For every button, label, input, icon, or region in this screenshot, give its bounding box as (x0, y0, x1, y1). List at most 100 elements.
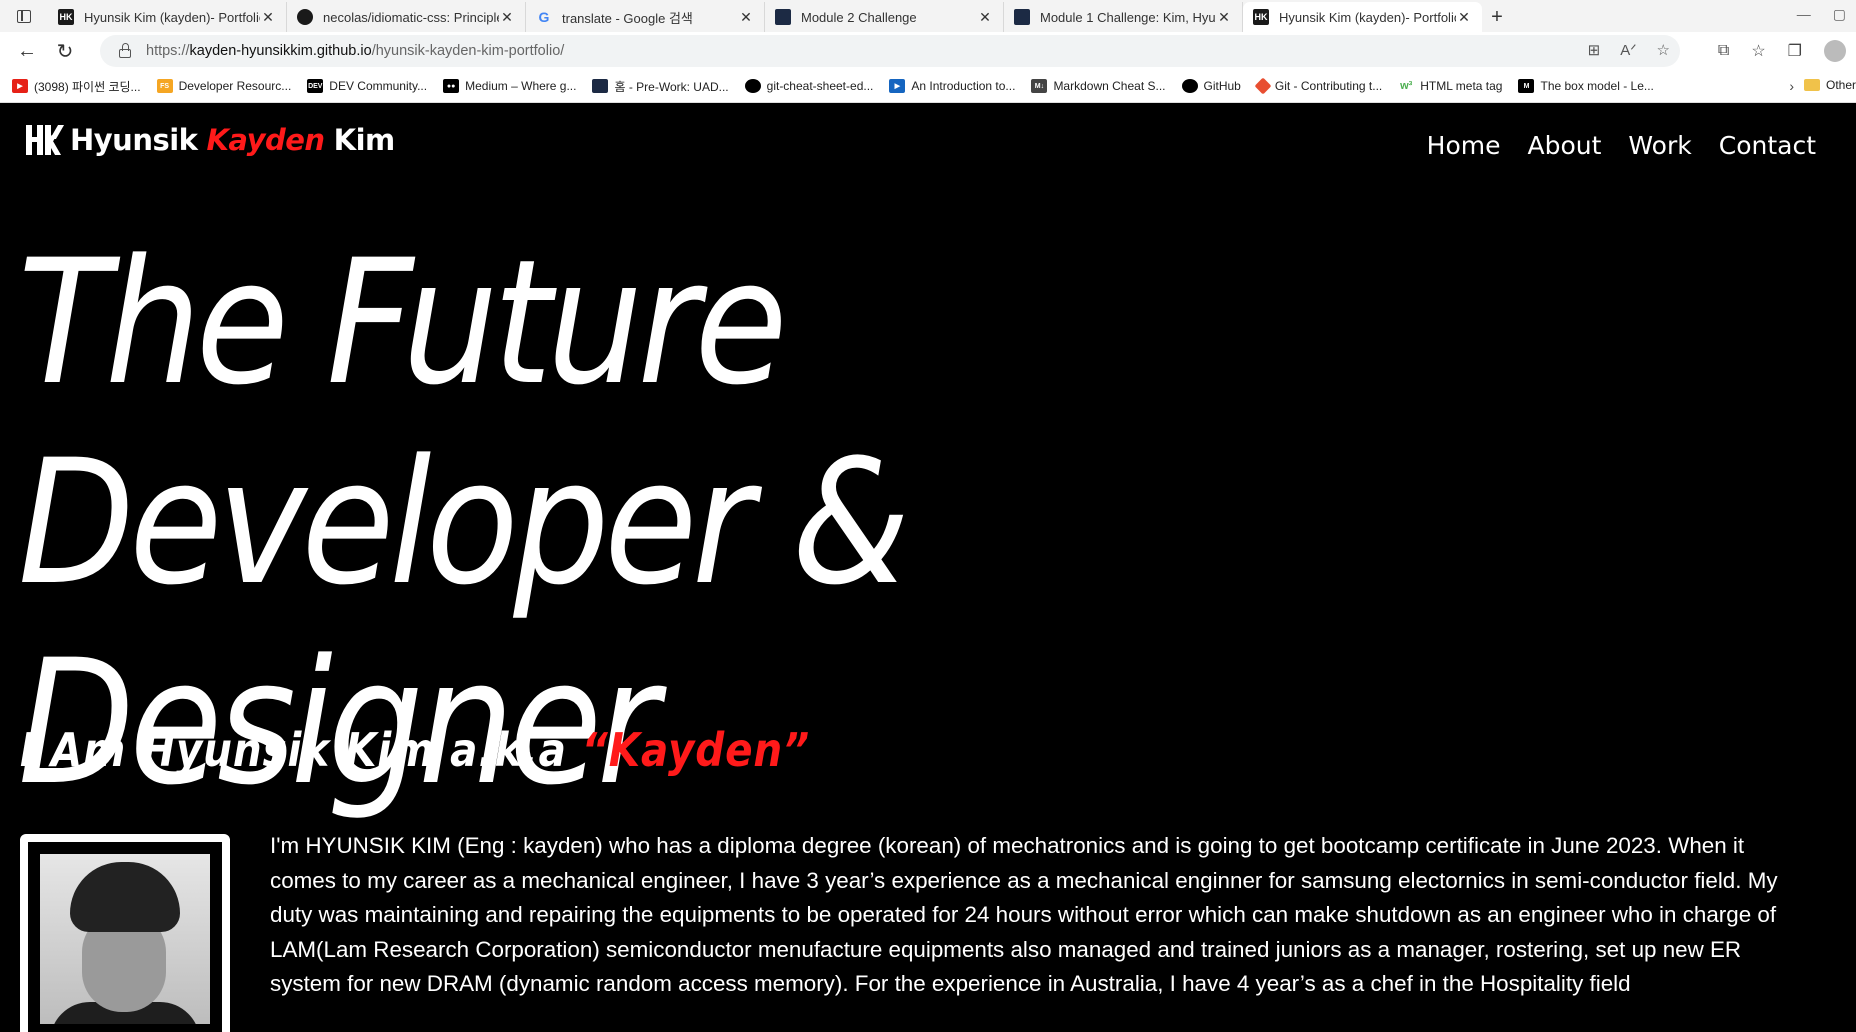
other-bookmarks-label: Other (1825, 78, 1856, 92)
tab-title: Module 2 Challenge (801, 9, 917, 25)
portfolio-favicon-icon: HK (58, 9, 74, 25)
logo-last-name: Kim (333, 123, 396, 157)
bookmark-item[interactable]: 홈 - Pre-Work: UAD... (592, 78, 729, 95)
bookmark-item[interactable]: M↓ Markdown Cheat S... (1031, 79, 1166, 93)
tab-title: translate - Google 검색 (562, 10, 693, 26)
close-icon[interactable]: ✕ (499, 9, 515, 26)
bookmark-item[interactable]: GitHub (1181, 79, 1241, 93)
tab-bar: HK Hyunsik Kim (kayden)- Portfolio ✕ nec… (0, 0, 1856, 32)
markdown-icon: M↓ (1031, 79, 1048, 93)
chevron-right-icon[interactable]: › (1789, 78, 1794, 94)
tab-actions-button[interactable] (0, 0, 48, 32)
bookmark-label: GitHub (1203, 79, 1241, 93)
tab-title: necolas/idiomatic-css: Principles (323, 9, 499, 25)
browser-tab-active[interactable]: HK Hyunsik Kim (kayden)- Portfolio ✕ (1243, 2, 1482, 32)
address-bar-row: ← ↻ https://kayden-hyunsikkim.github.io/… (0, 32, 1856, 70)
browser-tab[interactable]: Module 1 Challenge: Kim, Hyuns ✕ (1004, 2, 1243, 32)
browser-tab[interactable]: G translate - Google 검색 ✕ (526, 2, 765, 32)
bookmark-item[interactable]: git-cheat-sheet-ed... (744, 79, 874, 93)
bookmark-label: An Introduction to... (911, 79, 1016, 93)
bookmark-item[interactable]: w³ HTML meta tag (1398, 79, 1502, 93)
address-bar-icons: ⊞ Aᐟ ☆ (1588, 41, 1670, 59)
extensions-icon[interactable]: ⧉ (1718, 42, 1729, 60)
profile-photo-frame (20, 834, 230, 1032)
bookmark-label: The box model - Le... (1540, 79, 1654, 93)
other-bookmarks[interactable]: Other (1803, 78, 1856, 92)
bookmark-item[interactable]: M The box model - Le... (1518, 79, 1654, 93)
back-button[interactable]: ← (8, 35, 46, 67)
bookmark-item[interactable]: ●● Medium – Where g... (443, 79, 576, 93)
profile-photo (40, 854, 210, 1024)
github-icon (744, 79, 761, 93)
close-icon[interactable]: ✕ (260, 9, 276, 26)
nav-about[interactable]: About (1528, 131, 1602, 160)
youtube-icon: ▶ (12, 79, 28, 93)
browser-tab[interactable]: Module 2 Challenge ✕ (765, 2, 1004, 32)
bootcamp-favicon-icon (1014, 9, 1030, 25)
bootcamp-favicon-icon (775, 9, 791, 25)
git-icon (1254, 77, 1272, 95)
bookmark-label: Markdown Cheat S... (1053, 79, 1166, 93)
url-scheme: https:// (146, 43, 190, 59)
logo-nickname: Kayden (206, 123, 325, 157)
medium-icon: ●● (443, 79, 460, 93)
collections-icon[interactable]: ❐ (1788, 41, 1802, 61)
portfolio-favicon-icon: HK (1253, 9, 1269, 25)
folder-icon (1803, 79, 1820, 91)
bookmark-icon: FS (156, 79, 173, 93)
bookmark-label: git-cheat-sheet-ed... (766, 79, 874, 93)
github-icon (1181, 79, 1198, 93)
w3-icon: w³ (1398, 79, 1415, 93)
bookmark-label: Git - Contributing t... (1274, 79, 1383, 93)
favorite-star-icon[interactable]: ☆ (1657, 41, 1670, 59)
address-bar[interactable]: https://kayden-hyunsikkim.github.io/hyun… (100, 35, 1680, 67)
close-icon[interactable]: ✕ (1456, 9, 1472, 26)
bookmark-label: 홈 - Pre-Work: UAD... (614, 79, 729, 94)
new-tab-button[interactable]: + (1482, 2, 1512, 32)
bookmark-label: Medium – Where g... (465, 79, 577, 93)
nav-home[interactable]: Home (1427, 131, 1501, 160)
read-aloud-icon[interactable]: Aᐟ (1620, 41, 1636, 59)
bootcamp-icon (592, 79, 609, 93)
bookmark-item[interactable]: FS Developer Resourc... (156, 79, 291, 93)
portfolio-page: Hyunsik Kayden Kim Home About Work Conta… (0, 103, 1856, 1032)
tab-title: Hyunsik Kim (kayden)- Portfolio (1279, 9, 1456, 25)
subtitle-nickname: “Kayden” (581, 723, 811, 777)
bookmark-item[interactable]: ▶ (3098) 파이썬 코딩... (12, 78, 141, 95)
browser-tab[interactable]: HK Hyunsik Kim (kayden)- Portfolio ✕ (48, 2, 287, 32)
favorites-icon[interactable]: ☆ (1751, 41, 1765, 61)
hk-logo-icon (26, 125, 65, 155)
app-available-icon[interactable]: ⊞ (1588, 41, 1601, 59)
site-logo[interactable]: Hyunsik Kayden Kim (26, 123, 395, 157)
intro-subtitle: I Am Hyunsik Kim a.k.a “Kayden” (20, 723, 810, 777)
main-nav: Home About Work Contact (1427, 131, 1816, 160)
tab-title: Hyunsik Kim (kayden)- Portfolio (84, 9, 260, 25)
bookmark-item[interactable]: Git - Contributing t... (1254, 77, 1383, 95)
tab-title: Module 1 Challenge: Kim, Hyuns (1040, 9, 1216, 25)
url-path: /hyunsik-kayden-kim-portfolio/ (371, 43, 565, 59)
google-favicon-icon: G (538, 9, 550, 25)
browser-tab[interactable]: necolas/idiomatic-css: Principles ✕ (287, 2, 526, 32)
close-icon[interactable]: ✕ (738, 9, 754, 26)
nav-work[interactable]: Work (1628, 131, 1691, 160)
close-icon[interactable]: ✕ (1216, 9, 1232, 26)
hero-line-1: The Future Developer & (18, 222, 910, 623)
bookmark-item[interactable]: DEV DEV Community... (307, 79, 427, 93)
lock-icon[interactable] (118, 43, 132, 59)
mdn-icon: M (1518, 79, 1535, 93)
reload-button[interactable]: ↻ (46, 35, 84, 67)
profile-avatar[interactable] (1824, 40, 1846, 62)
toolbar-icons: ⧉ ☆ ❐ (1718, 35, 1856, 67)
minimize-icon[interactable]: — (1797, 6, 1811, 23)
dev-icon: DEV (307, 79, 324, 93)
subtitle-prefix: I Am Hyunsik Kim a.k.a (20, 723, 567, 777)
url-host: kayden-hyunsikkim.github.io (189, 43, 372, 59)
github-favicon-icon (297, 9, 313, 25)
close-icon[interactable]: ✕ (977, 9, 993, 26)
bookmark-item[interactable]: ▶ An Introduction to... (889, 79, 1015, 93)
url-text[interactable]: https://kayden-hyunsikkim.github.io/hyun… (146, 43, 564, 59)
bookmark-label: HTML meta tag (1420, 79, 1503, 93)
bookmark-label: DEV Community... (329, 79, 428, 93)
restore-icon[interactable]: ▢ (1833, 6, 1846, 23)
nav-contact[interactable]: Contact (1719, 131, 1816, 160)
